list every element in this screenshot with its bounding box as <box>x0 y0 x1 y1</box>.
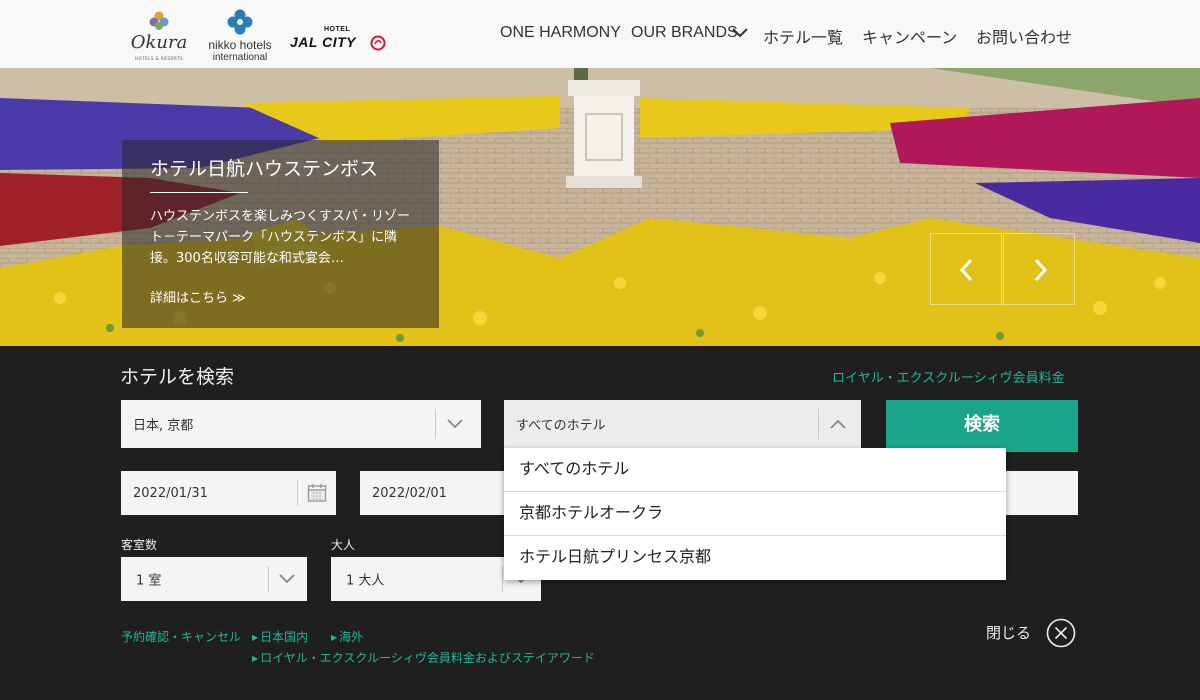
nikko-wordmark: nikko hotels <box>208 38 272 52</box>
royal-exclusive-link[interactable]: ロイヤル・エクスクルーシィヴ会員料金 <box>832 367 1065 386</box>
chevron-down-icon[interactable] <box>731 26 749 40</box>
hotel-select-value: すべてのホテル <box>516 418 606 434</box>
nav-contact[interactable]: お問い合わせ <box>976 24 1072 48</box>
triangle-right-icon: ▶ <box>252 633 259 642</box>
triangle-right-icon: ▶ <box>252 654 259 663</box>
hero-more-link[interactable]: 詳細はこちら ≫ <box>150 287 246 306</box>
area-select-value: 日本, 京都 <box>133 418 194 434</box>
chevron-left-icon <box>959 258 973 282</box>
area-select[interactable]: 日本, 京都 <box>121 400 481 448</box>
chevron-down-icon <box>447 419 463 429</box>
checkin-date-value: 2022/01/31 <box>133 486 208 501</box>
close-icon[interactable] <box>1046 618 1076 648</box>
okura-subtitle: HOTELS & RESORTS <box>134 56 184 61</box>
adults-label: 大人 <box>331 538 356 552</box>
nav-one-harmony[interactable]: ONE HARMONY <box>500 24 621 42</box>
nikko-subtitle: international <box>212 52 268 63</box>
jalcity-wordmark: JAL CITY <box>290 34 356 50</box>
royal-stay-award-link[interactable]: ▶ ロイヤル・エクスクルーシィヴ会員料金およびステイアワード <box>252 649 595 666</box>
domestic-link-label: 日本国内 <box>260 630 309 644</box>
triangle-right-icon: ▶ <box>331 633 338 642</box>
select-divider <box>818 409 819 439</box>
select-divider <box>502 566 503 592</box>
hotel-option-all[interactable]: すべてのホテル <box>504 448 1006 492</box>
hero-banner: ホテル日航ハウステンボス ハウステンボスを楽しみつくすスパ・リゾート－テーマパー… <box>0 68 1200 346</box>
nav-campaign[interactable]: キャンペーン <box>862 24 957 48</box>
field-divider <box>297 480 298 506</box>
hotel-dropdown-menu: すべてのホテル 京都ホテルオークラ ホテル日航プリンセス京都 <box>504 448 1006 580</box>
select-divider <box>268 566 269 592</box>
jalcity-logo[interactable]: HOTEL JAL CITY <box>288 8 388 64</box>
reservation-cancel-link[interactable]: 予約確認・キャンセル <box>121 628 241 645</box>
rooms-label: 客室数 <box>121 538 158 552</box>
hero-description: ハウステンボスを楽しみつくすスパ・リゾート－テーマパーク「ハウステンボス」に隣接… <box>150 209 411 266</box>
calendar-icon[interactable] <box>307 483 327 503</box>
hero-divider <box>150 192 248 193</box>
search-button[interactable]: 検索 <box>886 400 1078 452</box>
select-divider <box>435 409 436 439</box>
okura-logo[interactable]: Okura HOTELS & RESORTS <box>126 8 192 64</box>
jalcity-hotel-label: HOTEL <box>324 26 351 33</box>
rooms-select-value: 1 室 <box>136 573 162 589</box>
hero-next-button[interactable] <box>1003 233 1075 305</box>
hotel-search-panel: ホテルを検索 ロイヤル・エクスクルーシィヴ会員料金 日本, 京都 すべてのホテル… <box>0 346 1200 700</box>
adults-select-value: 1 大人 <box>346 573 385 589</box>
hero-info-panel: ホテル日航ハウステンボス ハウステンボスを楽しみつくすスパ・リゾート－テーマパー… <box>122 140 439 328</box>
overseas-link[interactable]: ▶ 海外 <box>331 628 363 645</box>
chevron-down-icon <box>279 574 295 584</box>
chevron-up-icon <box>830 419 846 429</box>
domestic-link[interactable]: ▶ 日本国内 <box>252 628 308 645</box>
jal-crane-icon <box>370 35 386 51</box>
rooms-select[interactable]: 1 室 <box>121 557 307 601</box>
promo-code-field[interactable] <box>1004 471 1078 515</box>
close-label[interactable]: 閉じる <box>986 622 1031 643</box>
nav-our-brands[interactable]: OUR BRANDS <box>631 24 738 42</box>
checkin-date-field[interactable]: 2022/01/31 <box>121 471 336 515</box>
hero-prev-button[interactable] <box>930 233 1002 305</box>
search-title: ホテルを検索 <box>120 366 235 388</box>
hotel-option-okura-kyoto[interactable]: 京都ホテルオークラ <box>504 492 1006 536</box>
nav-hotel-list[interactable]: ホテル一覧 <box>763 24 843 48</box>
checkout-date-value: 2022/02/01 <box>372 486 447 501</box>
nikko-flower-icon <box>227 9 253 35</box>
hotel-option-nikko-princess-kyoto[interactable]: ホテル日航プリンセス京都 <box>504 536 1006 580</box>
royal-stay-award-label: ロイヤル・エクスクルーシィヴ会員料金およびステイアワード <box>260 651 595 665</box>
site-header: Okura HOTELS & RESORTS nikko hotels inte… <box>0 0 1200 68</box>
chevron-right-icon <box>1034 258 1048 282</box>
okura-flower-icon <box>149 11 169 30</box>
hero-title: ホテル日航ハウステンボス <box>150 158 379 180</box>
overseas-link-label: 海外 <box>339 630 364 644</box>
nikko-logo[interactable]: nikko hotels international <box>204 8 276 64</box>
hotel-select[interactable]: すべてのホテル <box>504 400 861 448</box>
okura-wordmark: Okura <box>130 32 188 53</box>
